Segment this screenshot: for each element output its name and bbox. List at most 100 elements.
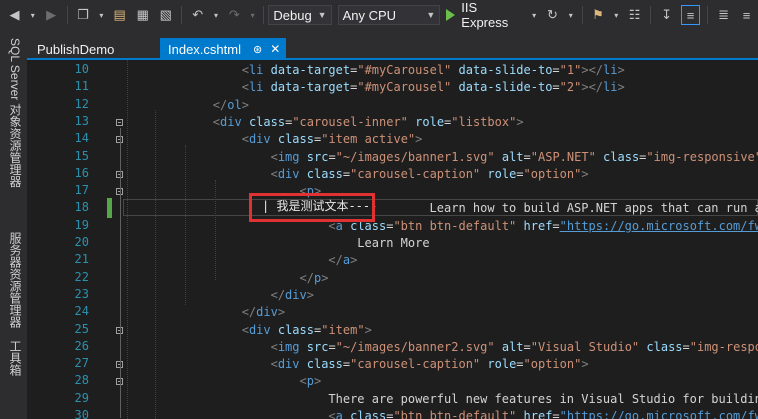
code-token: li bbox=[603, 80, 618, 95]
collapse-toggle-icon[interactable] bbox=[116, 118, 123, 126]
code-token: "#myCarousel" bbox=[357, 63, 452, 77]
dropdown-chevron-icon[interactable]: ▾ bbox=[567, 6, 575, 24]
code-line[interactable]: <div class="item"> bbox=[155, 322, 372, 339]
save-all-icon[interactable]: ▧ bbox=[157, 6, 174, 24]
code-token: "option" bbox=[523, 166, 582, 181]
code-token: </ bbox=[241, 305, 257, 320]
run-button[interactable]: IIS Express bbox=[446, 0, 523, 30]
code-token: </ bbox=[328, 253, 343, 268]
platform-select[interactable]: Any CPU ▼ bbox=[337, 5, 441, 25]
code-token: class bbox=[603, 149, 640, 164]
code-line[interactable]: <div class="carousel-caption" role="opti… bbox=[155, 166, 589, 183]
indent-guide bbox=[127, 60, 128, 419]
toolbox-tab[interactable]: 工具箱 bbox=[7, 340, 24, 376]
close-icon[interactable]: ✕ bbox=[270, 42, 280, 56]
code-line[interactable]: <div class="carousel-inner" role="listbo… bbox=[155, 114, 524, 131]
code-token: role bbox=[487, 166, 517, 181]
code-token: > bbox=[321, 270, 329, 285]
code-line[interactable]: <div class="carousel-caption" role="opti… bbox=[155, 356, 589, 373]
configuration-select[interactable]: Debug ▼ bbox=[268, 5, 332, 25]
step-into-icon[interactable]: ↧ bbox=[658, 6, 675, 24]
server-explorer-tab[interactable]: 服务器资源管理器 bbox=[7, 232, 24, 328]
code-line[interactable]: <li data-target="#myCarousel" data-slide… bbox=[155, 79, 625, 96]
toolbar-separator bbox=[181, 6, 183, 24]
code-line[interactable]: <a class="btn btn-default" href="https:/… bbox=[155, 218, 758, 235]
line-number: 26 bbox=[74, 338, 89, 353]
tab-index-cshtml[interactable]: Index.cshtml ⊛ ✕ bbox=[160, 38, 286, 60]
pin-icon[interactable]: ⊛ bbox=[253, 43, 262, 56]
code-token: > bbox=[277, 305, 286, 320]
dropdown-chevron-icon[interactable]: ▾ bbox=[29, 6, 37, 24]
highlight-box bbox=[249, 193, 375, 222]
redo-icon[interactable]: ↷ bbox=[226, 6, 243, 24]
code-token: class bbox=[277, 322, 314, 337]
toolbox-icon[interactable]: ☷ bbox=[626, 6, 643, 24]
line-number: 29 bbox=[74, 390, 89, 405]
save-icon[interactable]: ▦ bbox=[134, 6, 151, 24]
code-token: = bbox=[552, 218, 560, 233]
code-line[interactable]: </ol> bbox=[155, 97, 249, 114]
code-token: > bbox=[415, 132, 423, 147]
line-number: 24 bbox=[74, 304, 89, 319]
code-line[interactable]: </p> bbox=[155, 270, 329, 287]
code-line[interactable]: </div> bbox=[155, 287, 314, 304]
undo-icon[interactable]: ↶ bbox=[189, 6, 206, 24]
code-token: "item" bbox=[321, 322, 365, 337]
configuration-value: Debug bbox=[273, 7, 312, 23]
code-token: li bbox=[248, 63, 264, 77]
code-line[interactable]: <img src="~/images/banner1.svg" alt="ASP… bbox=[155, 149, 758, 166]
play-icon bbox=[446, 9, 456, 21]
comment-lines-icon[interactable]: ≣ bbox=[715, 6, 732, 24]
code-token: src bbox=[306, 149, 329, 164]
code-token: div bbox=[285, 287, 307, 302]
sql-server-object-explorer-tab[interactable]: SQL Server 对象资源管理器 bbox=[7, 38, 24, 188]
uncomment-lines-icon[interactable]: ≡ bbox=[738, 6, 755, 24]
code-line[interactable]: <img src="~/images/banner2.svg" alt="Vis… bbox=[155, 339, 758, 356]
code-token: > bbox=[313, 374, 322, 389]
platform-value: Any CPU bbox=[342, 7, 397, 23]
dropdown-chevron-icon[interactable]: ▾ bbox=[612, 6, 620, 24]
code-line[interactable]: <div class="item active"> bbox=[155, 131, 423, 148]
code-token: "1" bbox=[559, 63, 582, 77]
dropdown-chevron-icon[interactable]: ▾ bbox=[98, 6, 106, 24]
format-document-icon[interactable]: ≡ bbox=[681, 5, 701, 25]
code-line[interactable]: <p> bbox=[155, 373, 322, 390]
code-token: < bbox=[241, 80, 249, 95]
dropdown-chevron-icon[interactable]: ▾ bbox=[249, 6, 257, 24]
code-token: </ bbox=[212, 97, 228, 112]
new-project-icon[interactable]: ❐ bbox=[75, 6, 92, 24]
back-icon[interactable]: ◀ bbox=[6, 6, 23, 24]
code-token: class bbox=[306, 166, 343, 181]
code-token: </ bbox=[299, 270, 314, 285]
code-line[interactable]: </div> bbox=[155, 304, 285, 321]
refresh-icon[interactable]: ↻ bbox=[544, 6, 561, 24]
code-line[interactable]: Learn More bbox=[155, 235, 429, 252]
code-line[interactable]: <a class="btn btn-default" href="https:/… bbox=[155, 408, 758, 419]
browser-link-icon[interactable]: ⚑ bbox=[589, 6, 606, 24]
code-line[interactable]: There are powerful new features in Visua… bbox=[155, 391, 758, 408]
open-folder-icon[interactable]: ▤ bbox=[111, 6, 128, 24]
dropdown-chevron-icon[interactable]: ▾ bbox=[530, 6, 538, 24]
code-token: "img-responsive" bbox=[646, 149, 758, 164]
tab-label: Index.cshtml bbox=[168, 41, 241, 57]
forward-icon[interactable]: ▶ bbox=[43, 6, 60, 24]
code-editor[interactable]: 10 <li data-target="#myCarousel" data-sl… bbox=[27, 60, 758, 419]
code-line[interactable]: <li data-target="#myCarousel" data-slide… bbox=[155, 62, 625, 79]
code-line[interactable]: Learn how to build ASP.NET apps that can… bbox=[155, 200, 758, 217]
code-token: = bbox=[523, 339, 531, 354]
code-token: div bbox=[277, 166, 300, 181]
line-number: 12 bbox=[74, 96, 89, 111]
dropdown-chevron-icon[interactable]: ▾ bbox=[212, 6, 220, 24]
code-token: "btn btn-default" bbox=[393, 218, 517, 233]
tab-publishdemo[interactable]: PublishDemo bbox=[29, 38, 149, 60]
line-number: 20 bbox=[74, 235, 89, 249]
